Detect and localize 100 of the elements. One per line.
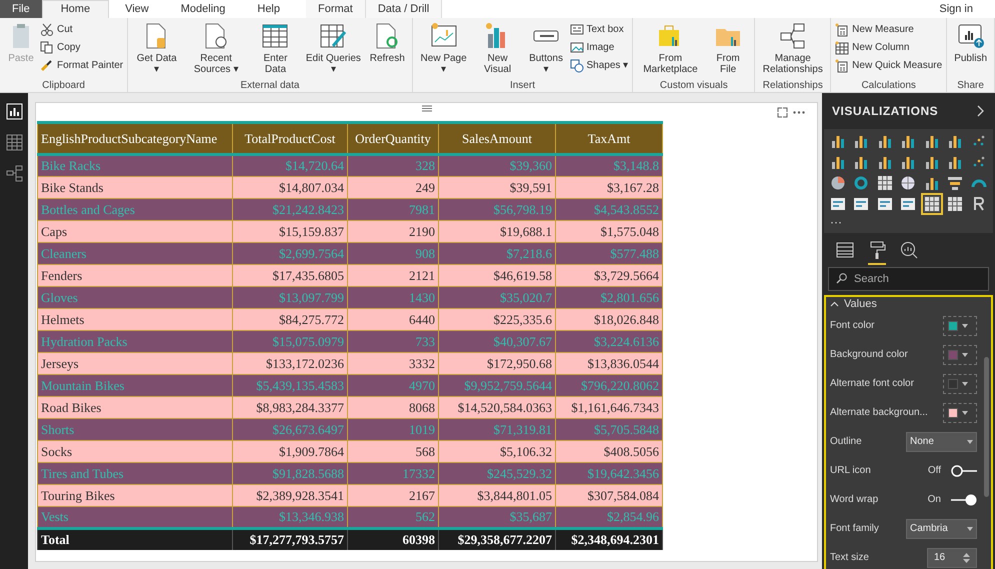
section-header[interactable]: Values bbox=[826, 297, 881, 311]
ribbon-button[interactable]: Cut bbox=[40, 22, 124, 37]
ribbon-group-label: Calculations bbox=[860, 79, 917, 92]
ribbon-button[interactable]: Edit Queries ▾ bbox=[302, 22, 365, 75]
setting-label: Text size bbox=[830, 551, 869, 565]
more-visuals-button[interactable]: ··· bbox=[830, 215, 987, 229]
spin-arrows-icon bbox=[963, 552, 970, 562]
ribbon-button[interactable]: Manage Relationships bbox=[759, 22, 826, 75]
globe-icon[interactable] bbox=[900, 175, 916, 191]
table-icon[interactable] bbox=[924, 196, 940, 212]
ribbon-button[interactable]: New Measure bbox=[835, 22, 942, 37]
setting-label: Alternate backgroun... bbox=[830, 406, 928, 420]
ribbon-button[interactable]: Publish bbox=[951, 22, 990, 64]
dropdown[interactable]: None bbox=[906, 432, 977, 452]
ribbon-tab[interactable]: Help bbox=[241, 0, 296, 18]
table-icon[interactable] bbox=[6, 134, 22, 151]
color-picker[interactable] bbox=[943, 402, 977, 422]
calculator-icon bbox=[835, 22, 850, 36]
caret-down-icon bbox=[967, 526, 973, 530]
chevron-right-icon[interactable] bbox=[977, 105, 985, 117]
ribbon-group-label: Insert bbox=[508, 79, 536, 92]
total-cell: $2,348,694.2301 bbox=[556, 528, 662, 550]
ribbon-tab[interactable]: View bbox=[109, 0, 165, 18]
table-icon bbox=[835, 40, 850, 54]
ribbon-tab[interactable]: Home bbox=[42, 0, 110, 18]
ribbon-button[interactable]: Format Painter bbox=[40, 58, 124, 73]
color-picker[interactable] bbox=[943, 344, 977, 364]
number-field[interactable]: 16 bbox=[927, 548, 977, 568]
ribbon-button[interactable]: New Column bbox=[835, 40, 942, 55]
ribbon-group-label: Clipboard bbox=[41, 79, 86, 92]
ribbon-tab[interactable]: Format bbox=[306, 0, 366, 18]
ribbon-button[interactable]: New Visual bbox=[472, 22, 523, 75]
ribbon-button[interactable]: Get Data ▾ bbox=[132, 22, 182, 75]
pie-chart-icon[interactable] bbox=[830, 175, 846, 191]
ribbon-group-label: Share bbox=[956, 79, 985, 92]
search-icon bbox=[836, 273, 847, 284]
table-icon bbox=[261, 22, 290, 50]
total-cell: Total bbox=[38, 528, 232, 550]
setting-label: Alternate font color bbox=[830, 377, 914, 391]
relationship-diagram-icon[interactable] bbox=[6, 165, 22, 182]
bar-chart-icon[interactable] bbox=[6, 103, 22, 120]
ribbon-button[interactable]: Recent Sources ▾ bbox=[183, 22, 249, 75]
ribbon-button[interactable]: Shapes ▾ bbox=[570, 58, 628, 73]
donut-chart-icon[interactable] bbox=[853, 175, 870, 191]
ribbon-group-label: Relationships bbox=[762, 79, 824, 92]
dropdown[interactable]: Cambria bbox=[906, 518, 977, 538]
ribbon-button[interactable]: From Marketplace bbox=[637, 22, 704, 75]
matrix-icon[interactable] bbox=[947, 196, 964, 212]
toggle-switch[interactable] bbox=[951, 464, 977, 476]
ribbon-button[interactable]: Enter Data bbox=[250, 22, 300, 75]
setting-label: Font color bbox=[830, 319, 874, 333]
drag-handle-icon[interactable] bbox=[422, 105, 432, 112]
color-picker[interactable] bbox=[943, 374, 977, 394]
caret-down-icon bbox=[962, 410, 968, 414]
funnel-icon[interactable] bbox=[947, 175, 964, 191]
text-box-icon bbox=[570, 22, 584, 36]
search-field[interactable]: Search bbox=[828, 267, 989, 291]
scrollbar[interactable] bbox=[984, 357, 989, 497]
brush-icon bbox=[40, 58, 54, 72]
toggle-state: Off bbox=[928, 464, 941, 478]
caret-down-icon bbox=[967, 440, 973, 444]
ribbon-button[interactable]: From File bbox=[706, 22, 750, 75]
ribbon-group-label: External data bbox=[239, 79, 300, 92]
ribbon-tab[interactable]: Modeling bbox=[164, 0, 242, 18]
ribbon-button[interactable]: Text box bbox=[570, 22, 628, 37]
card-icon[interactable] bbox=[830, 196, 846, 212]
setting-label: Outline bbox=[830, 435, 862, 449]
calculator-icon bbox=[835, 58, 850, 72]
sign-in-link[interactable]: Sign in bbox=[931, 0, 981, 18]
ribbon-button[interactable]: Copy bbox=[40, 40, 124, 55]
scissors-icon bbox=[40, 22, 54, 36]
copy-icon bbox=[40, 40, 54, 54]
caret-down-icon bbox=[962, 352, 968, 356]
ribbon-tab[interactable]: Data / Drill bbox=[366, 0, 442, 18]
chart-upload-icon bbox=[956, 22, 985, 50]
setting-label: URL icon bbox=[830, 464, 871, 478]
more-options-icon[interactable] bbox=[793, 111, 805, 114]
ribbon-tab[interactable]: File bbox=[0, 0, 42, 18]
total-cell: $17,277,793.5757 bbox=[232, 528, 348, 550]
ribbon-button[interactable]: Refresh bbox=[366, 22, 408, 64]
color-picker[interactable] bbox=[943, 316, 977, 336]
total-cell: 60398 bbox=[348, 528, 438, 550]
toggle-state: On bbox=[928, 493, 941, 507]
ribbon-button[interactable]: Image bbox=[570, 40, 628, 55]
paint-roller-icon[interactable] bbox=[868, 241, 886, 265]
chevron-up-icon bbox=[830, 301, 839, 307]
focus-mode-icon[interactable] bbox=[777, 107, 788, 118]
setting-label: Word wrap bbox=[830, 493, 878, 507]
total-cell: $29,358,677.2207 bbox=[438, 528, 556, 550]
caret-down-icon bbox=[962, 382, 968, 386]
ribbon-button[interactable]: New Page ▾ bbox=[416, 22, 470, 75]
pane-title: VISUALIZATIONS bbox=[832, 103, 938, 120]
toggle-switch[interactable] bbox=[951, 494, 977, 506]
diagram-icon bbox=[778, 22, 807, 50]
ribbon-group-label: Custom visuals bbox=[658, 79, 729, 92]
ribbon-button[interactable]: Buttons ▾ bbox=[524, 22, 568, 75]
shapes-icon bbox=[570, 58, 584, 72]
table-visual[interactable] bbox=[35, 102, 818, 562]
image-icon bbox=[570, 40, 584, 54]
ribbon-button[interactable]: New Quick Measure bbox=[835, 58, 942, 73]
